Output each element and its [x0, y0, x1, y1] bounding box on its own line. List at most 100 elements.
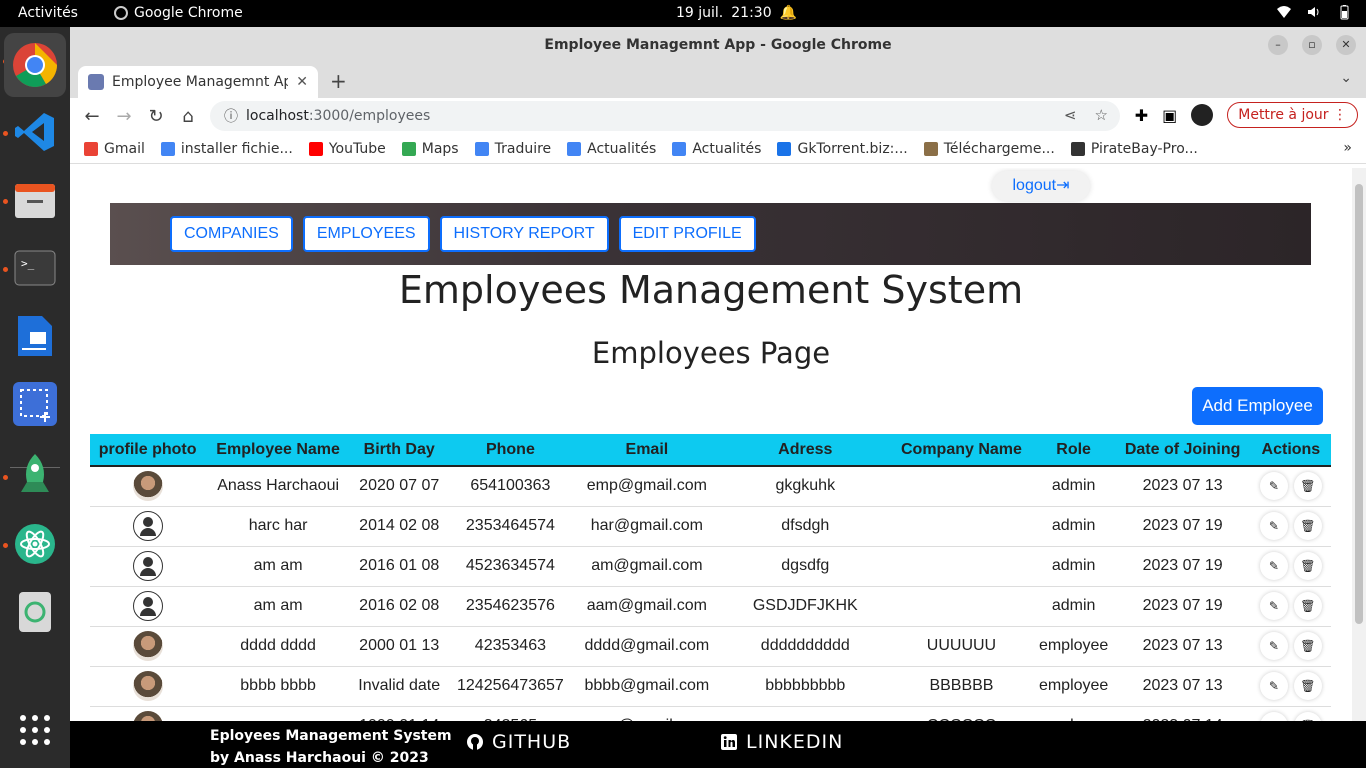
bookmark-item[interactable]: Actualités: [672, 141, 761, 157]
logout-icon: ⇥: [1056, 177, 1070, 194]
adress-cell: dfsdgh: [720, 506, 891, 547]
bookmark-label: GkTorrent.biz:...: [797, 140, 908, 157]
bookmark-item[interactable]: PirateBay-Pro...: [1070, 141, 1198, 157]
joined-cell: 2023 07 13: [1114, 666, 1251, 707]
edit-icon[interactable]: ✎: [1259, 472, 1288, 501]
edit-icon[interactable]: ✎: [1259, 512, 1288, 540]
name-cell: harc har: [205, 506, 351, 547]
app-grid-button[interactable]: [12, 707, 58, 753]
close-button[interactable]: ✕: [1336, 35, 1356, 55]
linkedin-link[interactable]: LINKEDIN: [720, 731, 843, 753]
bookmarks-bar: Gmail installer fichie... YouTube Maps Tradu…: [70, 134, 1366, 164]
birth-cell: 2016 01 08: [350, 546, 448, 587]
dock-terminal[interactable]: >_: [12, 245, 58, 291]
nav-employees-button[interactable]: EMPLOYEES: [302, 216, 430, 252]
edit-icon[interactable]: ✎: [1259, 672, 1288, 700]
edit-icon[interactable]: ✎: [1259, 712, 1288, 721]
page-scrollbar[interactable]: [1352, 168, 1366, 721]
column-header: Adress: [720, 434, 891, 467]
bookmark-item[interactable]: Maps: [401, 141, 459, 157]
extensions-icon[interactable]: ✚: [1135, 106, 1148, 125]
dock-vscode[interactable]: [12, 109, 58, 155]
activities-button[interactable]: Activités: [18, 5, 78, 21]
system-tray[interactable]: [1276, 4, 1352, 20]
delete-icon[interactable]: 🗑: [1293, 512, 1322, 540]
bookmark-favicon-icon: [84, 141, 98, 156]
edit-icon[interactable]: ✎: [1259, 552, 1288, 580]
column-header: Role: [1032, 434, 1115, 467]
edit-icon[interactable]: ✎: [1259, 592, 1288, 620]
bookmark-item[interactable]: Téléchargeme...: [923, 140, 1055, 157]
adress-cell: dddddddddd: [720, 626, 891, 667]
bookmark-item[interactable]: installer fichie...: [160, 141, 293, 157]
more-bookmarks-icon[interactable]: »: [1343, 140, 1352, 156]
bookmark-favicon-icon: [777, 141, 792, 156]
profile-photo-cell: [90, 506, 206, 547]
role-cell: admin: [1032, 586, 1115, 627]
delete-icon[interactable]: 🗑: [1293, 632, 1322, 660]
side-panel-icon[interactable]: ▣: [1162, 106, 1177, 125]
dock-chrome[interactable]: [4, 33, 66, 97]
browser-tab[interactable]: Employee Managemnt App ✕: [78, 66, 318, 98]
update-button[interactable]: Mettre à jour ⋮: [1227, 102, 1358, 128]
phone-cell: 342565: [447, 706, 574, 721]
nav-edit-profile-button[interactable]: EDIT PROFILE: [618, 216, 756, 252]
dock-atom[interactable]: [12, 521, 58, 567]
delete-icon[interactable]: 🗑: [1293, 472, 1322, 501]
dock-files[interactable]: [12, 177, 58, 223]
profile-avatar[interactable]: [1191, 104, 1214, 126]
share-icon[interactable]: ⋖: [1064, 106, 1077, 124]
new-tab-button[interactable]: +: [330, 69, 347, 93]
clock[interactable]: 19 juil. 21:30 🔔: [676, 5, 797, 21]
dock-writer[interactable]: [12, 313, 58, 359]
back-button[interactable]: ←: [76, 106, 108, 127]
github-link[interactable]: GITHUB: [466, 731, 571, 753]
volume-icon: [1308, 7, 1319, 17]
bookmark-label: Téléchargeme...: [943, 140, 1055, 157]
bookmark-item[interactable]: Traduire: [474, 141, 551, 157]
bookmark-item[interactable]: GkTorrent.biz:...: [777, 140, 908, 157]
nav-history-report-button[interactable]: HISTORY REPORT: [439, 216, 609, 252]
home-button[interactable]: ⌂: [172, 106, 204, 127]
tab-search-button[interactable]: ⌄: [1340, 70, 1352, 86]
app-menu[interactable]: Google Chrome: [114, 5, 243, 21]
dock-trash[interactable]: [12, 589, 58, 635]
running-indicator: [3, 543, 8, 548]
site-info-icon[interactable]: ⓘ: [224, 106, 238, 126]
close-tab-icon[interactable]: ✕: [296, 74, 308, 90]
actions-cell: ✎🗑: [1250, 626, 1331, 667]
dock-screenshot[interactable]: [12, 381, 58, 427]
reload-button[interactable]: ↻: [140, 106, 172, 127]
bookmark-item[interactable]: Gmail: [84, 141, 145, 157]
add-employee-button[interactable]: Add Employee: [1192, 387, 1323, 425]
running-indicator: [3, 131, 8, 136]
delete-icon[interactable]: 🗑: [1293, 712, 1322, 721]
column-header: Company Name: [890, 434, 1033, 467]
birth-cell: 2020 07 07: [350, 466, 448, 507]
delete-icon[interactable]: 🗑: [1293, 672, 1322, 700]
adress-cell: cccccccccccccccccc: [720, 706, 891, 721]
forward-button[interactable]: →: [108, 106, 140, 127]
dock-rocket-app[interactable]: [12, 451, 58, 497]
joined-cell: 2023 07 14: [1114, 706, 1251, 721]
address-bar[interactable]: ⓘ localhost :3000/employees ⋖ ☆: [210, 101, 1120, 131]
logout-button[interactable]: logout⇥: [992, 171, 1090, 201]
maximize-button[interactable]: ▫: [1302, 35, 1322, 55]
edit-icon[interactable]: ✎: [1259, 632, 1288, 660]
actions-cell: ✎🗑: [1250, 466, 1331, 507]
bookmark-item[interactable]: Actualités: [567, 141, 656, 157]
delete-icon[interactable]: 🗑: [1293, 592, 1322, 620]
nav-companies-button[interactable]: COMPANIES: [170, 216, 293, 252]
window-titlebar[interactable]: Employee Managemnt App - Google Chrome –…: [70, 27, 1366, 64]
linkedin-icon: [721, 734, 737, 750]
minimize-button[interactable]: –: [1268, 35, 1288, 55]
bookmark-item[interactable]: YouTube: [308, 141, 386, 157]
delete-icon[interactable]: 🗑: [1293, 552, 1322, 580]
vscode-icon: [15, 113, 54, 151]
scrollbar-thumb[interactable]: [1355, 184, 1363, 624]
app-menu-label: Google Chrome: [134, 5, 243, 21]
bookmark-star-icon[interactable]: ☆: [1095, 106, 1108, 124]
browser-toolbar: ← → ↻ ⌂ ⓘ localhost :3000/employees ⋖ ☆ …: [70, 98, 1366, 134]
window-title: Employee Managemnt App - Google Chrome: [544, 37, 892, 53]
avatar: [132, 471, 163, 502]
